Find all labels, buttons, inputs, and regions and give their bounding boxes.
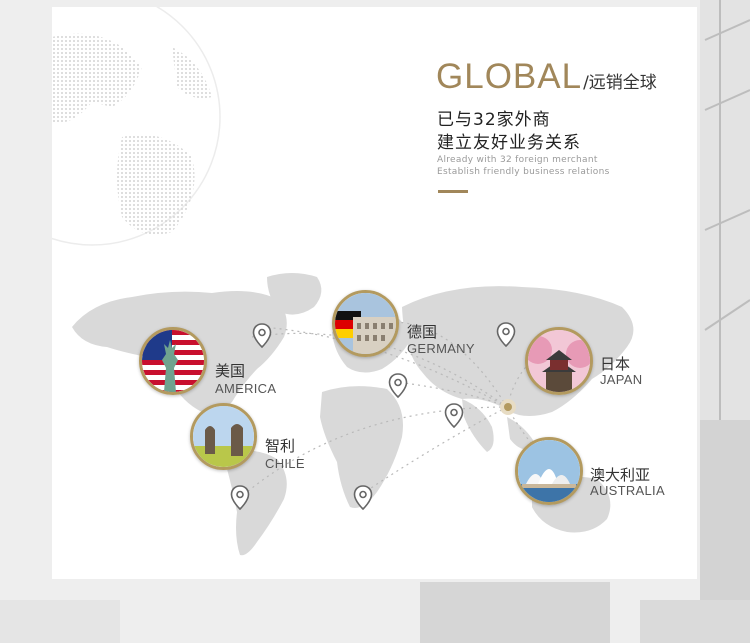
location-pin-icon xyxy=(353,485,373,511)
chile-label-en: CHILE xyxy=(265,456,305,471)
headline-en-line1: Already with 32 foreign merchant xyxy=(437,155,598,165)
america-photo xyxy=(139,327,207,395)
headline-en-line2: Establish friendly business relations xyxy=(437,167,610,177)
germany-photo xyxy=(332,290,399,357)
location-pin-icon xyxy=(444,403,464,429)
location-pin-icon xyxy=(230,485,250,511)
headline: GLOBAL/远销全球 xyxy=(436,57,657,97)
headline-cn-line1: 已与32家外商 xyxy=(437,110,551,130)
america-label-en: AMERICA xyxy=(215,381,277,396)
location-pin-icon xyxy=(496,322,516,348)
australia-label-en: AUSTRALIA xyxy=(590,483,665,498)
germany-label-cn: 德国 xyxy=(407,323,438,341)
map-card: GLOBAL/远销全球 已与32家外商 建立友好业务关系 Already wit… xyxy=(52,7,697,579)
chile-label-cn: 智利 xyxy=(265,437,296,455)
japan-photo xyxy=(525,327,593,395)
australia-label-cn: 澳大利亚 xyxy=(590,466,651,484)
japan-label-en: JAPAN xyxy=(600,372,643,387)
location-pin-icon xyxy=(252,323,272,349)
america-label-cn: 美国 xyxy=(215,362,246,380)
germany-label-en: GERMANY xyxy=(407,341,475,356)
global-subtitle: /远销全球 xyxy=(583,73,657,93)
headline-cn-line2: 建立友好业务关系 xyxy=(437,133,581,153)
australia-photo xyxy=(515,437,583,505)
japan-label-cn: 日本 xyxy=(600,355,631,373)
chile-photo xyxy=(190,403,257,470)
location-pin-icon xyxy=(388,373,408,399)
accent-divider xyxy=(438,190,468,193)
global-title: GLOBAL xyxy=(436,57,583,96)
